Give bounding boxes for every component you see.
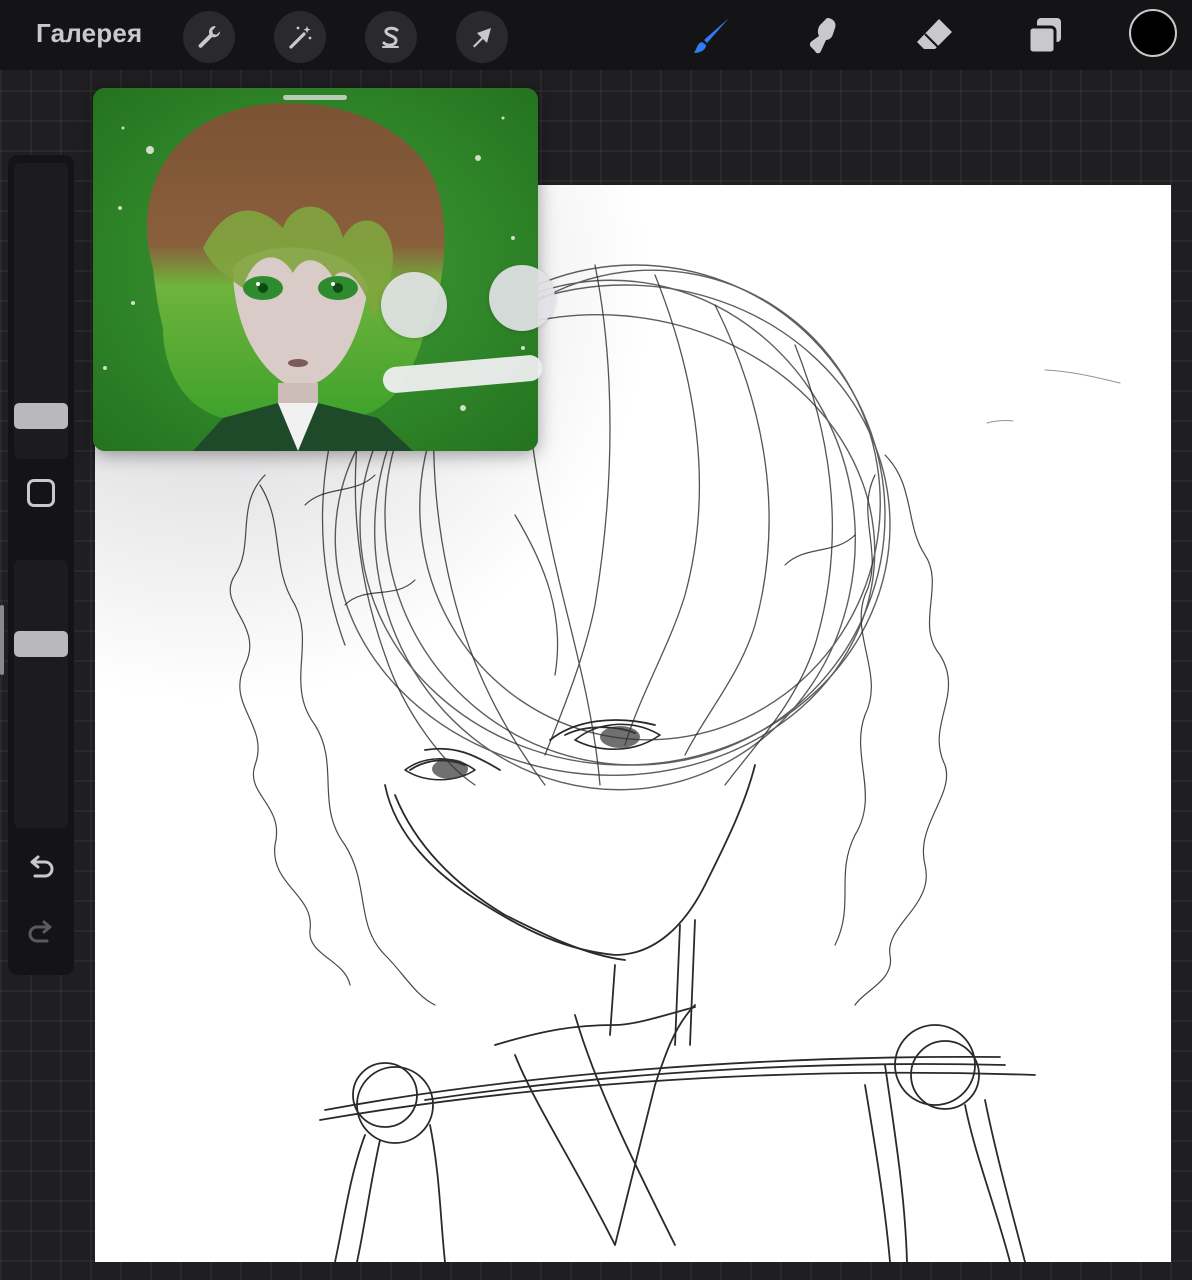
sidebar-drag-handle[interactable] bbox=[0, 605, 4, 675]
opacity-handle[interactable] bbox=[14, 631, 68, 657]
opacity-slider[interactable] bbox=[14, 560, 68, 828]
wrench-icon bbox=[198, 25, 220, 48]
touch-overlay-dot-right[interactable] bbox=[489, 265, 555, 331]
selection-s-icon bbox=[382, 26, 399, 48]
left-sidebar bbox=[8, 155, 74, 975]
transform-button[interactable] bbox=[456, 11, 508, 63]
color-picker-button[interactable] bbox=[1129, 9, 1177, 57]
actions-button[interactable] bbox=[183, 11, 235, 63]
touch-overlay-dot-left[interactable] bbox=[381, 272, 447, 338]
top-toolbar: Галерея bbox=[0, 0, 1192, 70]
reference-window[interactable] bbox=[93, 88, 538, 451]
eraser-tool-button[interactable] bbox=[908, 10, 960, 62]
layers-icon bbox=[1027, 18, 1061, 55]
arrow-cursor-icon bbox=[473, 28, 491, 48]
brush-icon bbox=[694, 18, 729, 53]
undo-icon[interactable] bbox=[25, 852, 57, 884]
reference-drag-handle[interactable] bbox=[283, 95, 347, 100]
layers-button[interactable] bbox=[1018, 10, 1070, 62]
magic-wand-icon bbox=[289, 26, 312, 49]
modify-button[interactable] bbox=[27, 479, 55, 507]
redo-icon[interactable] bbox=[25, 917, 57, 949]
eraser-icon bbox=[917, 19, 952, 49]
selection-button[interactable] bbox=[365, 11, 417, 63]
smudge-tool-button[interactable] bbox=[796, 10, 848, 62]
reference-image bbox=[93, 88, 538, 451]
brush-size-handle[interactable] bbox=[14, 403, 68, 429]
gallery-button[interactable]: Галерея bbox=[36, 18, 142, 49]
adjustments-button[interactable] bbox=[274, 11, 326, 63]
brush-tool-button[interactable] bbox=[686, 10, 738, 62]
smudge-icon bbox=[809, 18, 836, 54]
